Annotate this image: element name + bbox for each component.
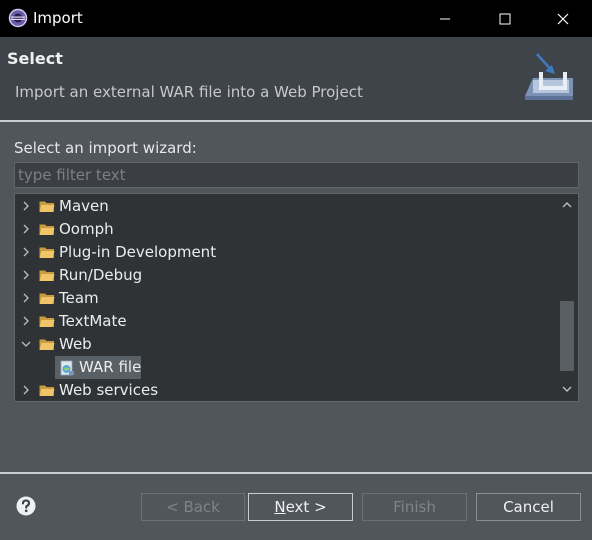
folder-icon [39,270,55,281]
wizard-banner: Select Import an external WAR file into … [0,37,592,120]
finish-button[interactable]: Finish [362,493,467,521]
folder-icon [39,224,55,235]
chevron-right-icon[interactable] [20,246,32,258]
tree-item-textmate[interactable]: TextMate [15,310,555,333]
scroll-down-button[interactable] [556,380,578,398]
tree-item-label: Web [59,335,92,353]
tree-item-label: Oomph [59,220,114,238]
chevron-up-icon [562,202,572,208]
next-mnemonic: N [274,498,286,516]
page-title: Select [7,49,63,68]
tree-scrollbar[interactable] [556,194,578,401]
title-bar: Import [0,0,592,37]
help-icon[interactable] [16,496,36,516]
folder-icon [39,293,55,304]
minimize-button[interactable] [422,0,468,37]
chevron-right-icon[interactable] [20,292,32,304]
tree-item-label: Web services [59,381,159,399]
tree-item-label: Maven [59,197,109,215]
next-label: ext > [285,498,327,516]
chevron-right-icon[interactable] [20,384,32,396]
tree-item-label: Team [59,289,99,307]
tree-item-plug-in-development[interactable]: Plug-in Development [15,241,555,264]
chevron-right-icon[interactable] [20,315,32,327]
folder-icon [39,247,55,258]
wizard-tree[interactable]: Maven Oomph Plug-in Development Run/Debu… [14,193,579,402]
scroll-up-button[interactable] [556,196,578,214]
close-icon [557,13,569,24]
tree-item-label: Run/Debug [59,266,143,284]
tree-item-label: TextMate [59,312,127,330]
chevron-right-icon[interactable] [20,200,32,212]
folder-open-icon [39,339,55,350]
maximize-button[interactable] [482,0,528,37]
chevron-right-icon[interactable] [20,223,32,235]
footer-separator [0,472,592,474]
folder-icon [39,201,55,212]
back-button[interactable]: < Back [141,493,245,521]
tree-item-label: Plug-in Development [59,243,217,261]
cancel-button[interactable]: Cancel [476,493,581,521]
chevron-down-icon[interactable] [20,338,32,350]
tree-item-maven[interactable]: Maven [15,195,555,218]
chevron-right-icon[interactable] [20,269,32,281]
wizard-prompt-label: Select an import wizard: [14,139,197,157]
eclipse-app-icon [8,8,28,28]
tree-item-war-file[interactable]: WAR file [15,356,555,379]
tree-item-oomph[interactable]: Oomph [15,218,555,241]
minimize-icon [440,18,450,19]
close-button[interactable] [540,0,586,37]
scroll-thumb[interactable] [560,301,574,371]
tree-item-team[interactable]: Team [15,287,555,310]
banner-separator [0,120,592,122]
page-description: Import an external WAR file into a Web P… [15,83,363,101]
filter-input[interactable] [14,162,579,188]
folder-icon [39,316,55,327]
chevron-down-icon [562,386,572,392]
tree-item-label: WAR file [79,358,142,376]
tree-item-run-debug[interactable]: Run/Debug [15,264,555,287]
maximize-icon [499,13,511,24]
war-file-icon [60,360,74,376]
tree-item-web[interactable]: Web [15,333,555,356]
window-title: Import [33,9,83,27]
tree-item-web-services[interactable]: Web services [15,379,555,401]
folder-icon [39,385,55,396]
import-wizard-icon [525,53,573,100]
next-button[interactable]: Next > [248,493,353,521]
